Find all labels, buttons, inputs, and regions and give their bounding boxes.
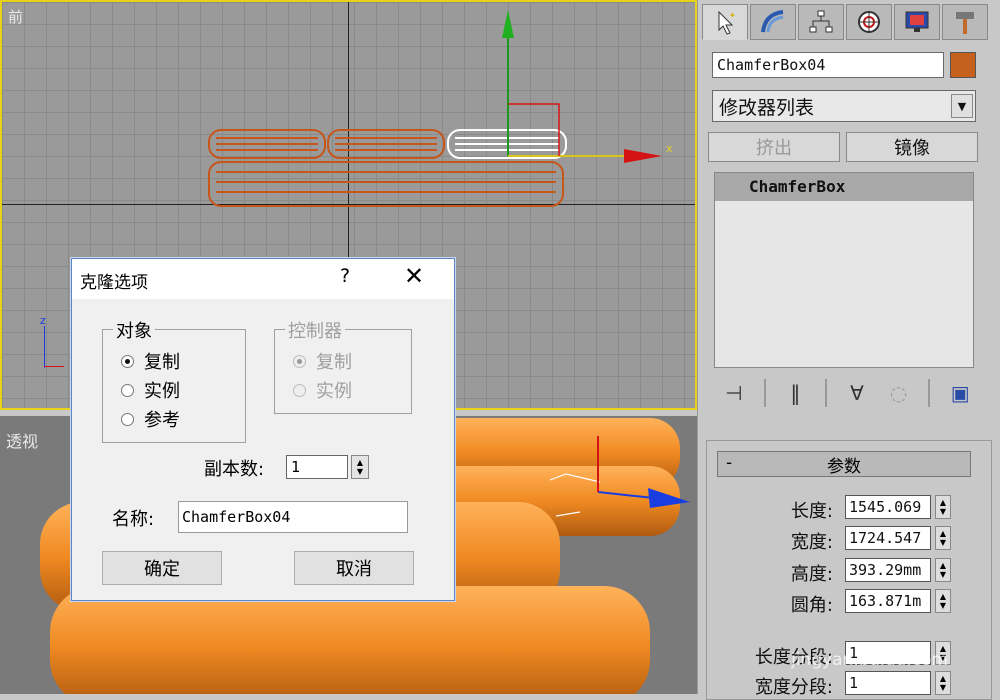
- parameters-title: 参数: [827, 456, 861, 477]
- object-color-swatch[interactable]: [950, 52, 976, 78]
- param-width-label: 宽度:: [790, 532, 833, 553]
- radio-reference-label: 参考: [144, 410, 180, 431]
- radio-dot[interactable]: [121, 412, 134, 426]
- radio-copy-label: 复制: [144, 352, 180, 373]
- stack-item-chamferbox[interactable]: ChamferBox: [715, 173, 973, 201]
- command-panel: ✦ ChamferBox04 修改器列表 ▼ 挤出 镜像 ChamferBox …: [697, 0, 1000, 700]
- help-icon[interactable]: ?: [340, 265, 350, 287]
- radio-dot: [293, 383, 306, 397]
- controller-group: 控制器 复制 实例: [274, 317, 412, 414]
- radio-reference[interactable]: 参考: [121, 406, 180, 432]
- modifier-buttons: 挤出 镜像: [708, 132, 978, 162]
- chamferbox-front-base: [208, 161, 564, 207]
- toolbar-divider: [825, 379, 828, 407]
- utilities-hammer-icon: [956, 12, 974, 34]
- hierarchy-icon: [809, 10, 833, 33]
- param-width-segs-field[interactable]: 1: [845, 671, 931, 695]
- tab-utilities[interactable]: [942, 4, 988, 40]
- radio-dot[interactable]: [121, 383, 134, 397]
- svg-text:✦: ✦: [729, 11, 736, 20]
- move-gizmo[interactable]: [502, 10, 662, 163]
- select-cursor-icon: ✦: [718, 10, 736, 35]
- param-length-label: 长度:: [790, 501, 833, 522]
- motion-icon: [858, 11, 880, 33]
- object-group: 对象 复制 实例 参考: [102, 317, 246, 443]
- clone-name-field[interactable]: ChamferBox04: [178, 501, 408, 533]
- toolbar-divider: [928, 379, 931, 407]
- spinner-icon[interactable]: ▲ ▼: [935, 558, 951, 582]
- modifier-list-dropdown[interactable]: 修改器列表 ▼: [712, 90, 976, 122]
- stack-toolbar: ⊣ ‖ ∀ ◌ ▣: [722, 376, 972, 410]
- tab-motion[interactable]: [846, 4, 892, 40]
- close-icon[interactable]: ✕: [404, 262, 424, 290]
- clone-options-dialog: 克隆选项 ? ✕ 对象 复制 实例 参考 控制器 复制 实例 副本数: 1 ▲ ▼…: [71, 258, 455, 601]
- axis-x-label: x: [666, 142, 673, 155]
- display-monitor-icon: [905, 11, 929, 32]
- controller-radio-instance: 实例: [293, 377, 352, 403]
- tab-create[interactable]: ✦: [702, 4, 748, 40]
- chamferbox-front-1: [208, 129, 326, 159]
- radio-instance[interactable]: 实例: [121, 377, 180, 403]
- pin-stack-icon[interactable]: ⊣: [722, 381, 746, 405]
- param-width-segs: 宽度分段: 1 ▲ ▼: [707, 671, 993, 699]
- chamferbox-front-2: [327, 129, 445, 159]
- param-height: 高度: 393.29mm ▲ ▼: [707, 558, 993, 586]
- radio-copy[interactable]: 复制: [121, 348, 180, 374]
- tab-modify[interactable]: [750, 4, 796, 40]
- radio-dot-selected[interactable]: [121, 354, 134, 368]
- command-panel-tabs: ✦: [702, 4, 997, 42]
- object-group-title: 对象: [113, 317, 155, 343]
- object-name-field[interactable]: ChamferBox04: [712, 52, 944, 78]
- radio-dot-selected: [293, 354, 306, 368]
- spinner-icon[interactable]: ▲ ▼: [935, 526, 951, 550]
- watermark: jingyan.baidu.com: [791, 650, 948, 670]
- toolbar-divider: [763, 379, 766, 407]
- ok-button[interactable]: 确定: [102, 551, 222, 585]
- modify-arc-icon: [761, 10, 784, 33]
- controller-group-title: 控制器: [285, 317, 345, 343]
- controller-radio-copy: 复制: [293, 348, 352, 374]
- spinner-icon[interactable]: ▲ ▼: [935, 495, 951, 519]
- spinner-icon[interactable]: ▲ ▼: [935, 589, 951, 613]
- spinner-icon[interactable]: ▲ ▼: [935, 671, 951, 695]
- param-width-segs-label: 宽度分段:: [754, 677, 833, 698]
- chevron-down-icon[interactable]: ▼: [951, 94, 973, 118]
- configure-sets-icon[interactable]: ▣: [948, 381, 972, 405]
- make-unique-icon[interactable]: ∀: [845, 381, 869, 405]
- cancel-button[interactable]: 取消: [294, 551, 414, 585]
- tab-display[interactable]: [894, 4, 940, 40]
- param-width-field[interactable]: 1724.547: [845, 526, 931, 550]
- axis-z-label: z: [40, 314, 46, 327]
- modifier-stack[interactable]: ChamferBox: [714, 172, 974, 368]
- dialog-title: 克隆选项: [80, 273, 148, 293]
- param-height-field[interactable]: 393.29mm: [845, 558, 931, 582]
- copies-spinner[interactable]: ▲ ▼: [351, 455, 369, 479]
- mirror-button[interactable]: 镜像: [846, 132, 978, 162]
- parameters-rollout-header[interactable]: - 参数: [717, 451, 971, 477]
- radio-instance-label: 实例: [144, 381, 180, 402]
- viewport-label-perspective[interactable]: 透视: [6, 428, 38, 452]
- name-label: 名称:: [112, 509, 155, 530]
- param-fillet-label: 圆角:: [790, 595, 833, 616]
- param-fillet: 圆角: 163.871m ▲ ▼: [707, 589, 993, 617]
- controller-radio-instance-label: 实例: [316, 381, 352, 402]
- controller-radio-copy-label: 复制: [316, 352, 352, 373]
- collapse-icon: -: [726, 453, 733, 473]
- param-length-field[interactable]: 1545.069: [845, 495, 931, 519]
- param-length: 长度: 1545.069 ▲ ▼: [707, 495, 993, 523]
- remove-modifier-icon[interactable]: ◌: [887, 381, 911, 405]
- copies-field[interactable]: 1: [286, 455, 348, 479]
- modifier-list-label: 修改器列表: [719, 97, 815, 119]
- tab-hierarchy[interactable]: [798, 4, 844, 40]
- param-fillet-field[interactable]: 163.871m: [845, 589, 931, 613]
- param-height-label: 高度:: [790, 564, 833, 585]
- extrude-button[interactable]: 挤出: [708, 132, 840, 162]
- param-width: 宽度: 1724.547 ▲ ▼: [707, 526, 993, 554]
- axis-tripod-front: z: [40, 314, 64, 372]
- show-end-result-icon[interactable]: ‖: [784, 381, 808, 405]
- copies-label: 副本数:: [204, 459, 265, 480]
- dialog-titlebar[interactable]: 克隆选项 ? ✕: [72, 259, 454, 299]
